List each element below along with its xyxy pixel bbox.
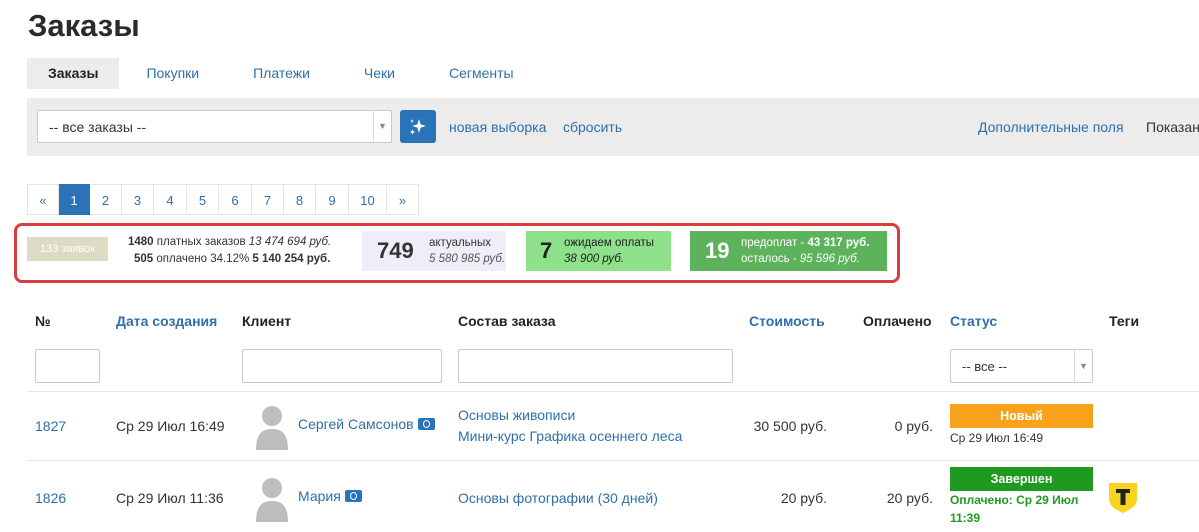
actual-label: актуальных bbox=[429, 237, 492, 249]
paid-done-sum: 5 140 254 руб. bbox=[252, 253, 331, 265]
paid-orders-label: платных заказов bbox=[156, 236, 246, 248]
tab-orders[interactable]: Заказы bbox=[27, 58, 120, 89]
tab-purchases[interactable]: Покупки bbox=[119, 58, 226, 89]
magic-filter-button[interactable] bbox=[400, 110, 436, 143]
order-id-link[interactable]: 1827 bbox=[35, 418, 66, 434]
order-paid: 0 руб. bbox=[894, 418, 933, 434]
tab-receipts[interactable]: Чеки bbox=[337, 58, 422, 89]
col-num: № bbox=[35, 313, 51, 329]
left-line: осталось - 95 596 руб. bbox=[741, 253, 860, 265]
status-badge: Завершен bbox=[950, 467, 1093, 491]
chevron-down-icon[interactable]: ▼ bbox=[1074, 350, 1092, 382]
pagination-page-7[interactable]: 7 bbox=[252, 184, 284, 215]
sparkle-icon bbox=[409, 119, 426, 135]
paid-done-label: оплачено 34.12% bbox=[156, 253, 250, 265]
col-paid: Оплачено bbox=[863, 313, 932, 329]
status-note: Ср 29 Июл 16:49 bbox=[950, 431, 1044, 445]
paid-orders-sum: 13 474 694 руб. bbox=[248, 236, 332, 248]
filter-bar: -- все заказы -- ▼ новая выборка сбросит… bbox=[27, 98, 1199, 156]
status-badge: Новый bbox=[950, 404, 1093, 428]
prepay-label: предоплат - bbox=[741, 237, 808, 249]
order-cost: 20 руб. bbox=[780, 490, 827, 506]
extra-fields-link[interactable]: Дополнительные поля bbox=[978, 119, 1124, 135]
paid-done-count: 505 bbox=[134, 253, 154, 265]
prepay-sum: 43 317 руб. bbox=[807, 237, 870, 249]
pagination-page-3[interactable]: 3 bbox=[122, 184, 154, 215]
money-icon bbox=[417, 418, 435, 430]
new-selection-link[interactable]: новая выборка bbox=[449, 119, 546, 135]
status-note-time: 11:39 bbox=[950, 511, 981, 525]
pagination-page-10[interactable]: 10 bbox=[349, 184, 387, 215]
orders-filter-select[interactable]: -- все заказы -- ▼ bbox=[37, 110, 392, 143]
order-date: Ср 29 Июл 16:49 bbox=[116, 418, 225, 434]
order-id-link[interactable]: 1826 bbox=[35, 490, 66, 506]
avatar bbox=[256, 478, 288, 522]
pagination-next[interactable]: » bbox=[387, 184, 419, 215]
tabs: Заказы Покупки Платежи Чеки Сегменты bbox=[27, 58, 541, 89]
client-name-link[interactable]: Мария bbox=[298, 488, 362, 504]
pagination-page-6[interactable]: 6 bbox=[219, 184, 252, 215]
avatar bbox=[256, 406, 288, 450]
col-client: Клиент bbox=[242, 313, 292, 329]
left-label: осталось - bbox=[741, 253, 800, 265]
col-created[interactable]: Дата создания bbox=[116, 313, 217, 329]
num-filter-input[interactable] bbox=[35, 349, 100, 383]
waiting-label: ожидаем оплаты bbox=[564, 237, 654, 249]
pagination: « 1 2 3 4 5 6 7 8 9 10 » bbox=[27, 184, 419, 215]
client-name: Мария bbox=[298, 488, 341, 504]
status-filter-select[interactable]: -- все -- ▼ bbox=[950, 349, 1093, 383]
prepayments-box[interactable]: 19 предоплат - 43 317 руб. осталось - 95… bbox=[690, 231, 887, 271]
order-date: Ср 29 Июл 11:36 bbox=[116, 490, 224, 506]
row-divider bbox=[27, 460, 1199, 461]
order-paid: 20 руб. bbox=[886, 490, 933, 506]
chevron-down-icon[interactable]: ▼ bbox=[373, 111, 391, 142]
pagination-page-2[interactable]: 2 bbox=[90, 184, 122, 215]
requests-badge[interactable]: 133 заявок bbox=[27, 237, 108, 261]
order-cost: 30 500 руб. bbox=[753, 418, 827, 434]
order-item-link[interactable]: Основы живописи bbox=[458, 407, 575, 423]
t-shield-icon[interactable] bbox=[1106, 480, 1140, 514]
actual-sum: 5 580 985 руб. bbox=[429, 253, 506, 265]
pagination-page-9[interactable]: 9 bbox=[316, 184, 349, 215]
waiting-count: 7 bbox=[540, 238, 553, 263]
composition-filter-input[interactable] bbox=[458, 349, 733, 383]
pagination-page-5[interactable]: 5 bbox=[187, 184, 219, 215]
col-tags: Теги bbox=[1109, 313, 1140, 329]
actual-orders-box[interactable]: 749 актуальных 5 580 985 руб. bbox=[362, 231, 506, 271]
client-name: Сергей Самсонов bbox=[298, 416, 414, 432]
waiting-payment-box[interactable]: 7 ожидаем оплаты 38 900 руб. bbox=[526, 231, 671, 271]
row-divider bbox=[27, 391, 1199, 392]
order-item-link[interactable]: Основы фотографии (30 дней) bbox=[458, 490, 658, 506]
pagination-page-4[interactable]: 4 bbox=[154, 184, 187, 215]
tab-segments[interactable]: Сегменты bbox=[422, 58, 541, 89]
actual-count: 749 bbox=[377, 238, 414, 263]
col-composition: Состав заказа bbox=[458, 313, 556, 329]
pagination-page-1[interactable]: 1 bbox=[59, 184, 90, 215]
status-note: Оплачено: Ср 29 Июл bbox=[950, 493, 1079, 507]
reset-link[interactable]: сбросить bbox=[563, 119, 622, 135]
pagination-prev[interactable]: « bbox=[27, 184, 59, 215]
pagination-page-8[interactable]: 8 bbox=[284, 184, 316, 215]
waiting-sum: 38 900 руб. bbox=[564, 253, 625, 265]
paid-done-line[interactable]: 505 оплачено 34.12% 5 140 254 руб. bbox=[134, 253, 330, 265]
page-title: Заказы bbox=[28, 8, 140, 43]
money-icon bbox=[344, 490, 362, 502]
col-cost[interactable]: Стоимость bbox=[749, 313, 825, 329]
paid-orders-count: 1480 bbox=[128, 236, 154, 248]
tab-payments[interactable]: Платежи bbox=[226, 58, 337, 89]
left-sum: 95 596 руб. bbox=[799, 253, 860, 265]
show-label[interactable]: Показан bbox=[1146, 119, 1199, 135]
paid-orders-line[interactable]: 1480 платных заказов 13 474 694 руб. bbox=[128, 236, 331, 248]
client-name-link[interactable]: Сергей Самсонов bbox=[298, 416, 435, 432]
prepay-line: предоплат - 43 317 руб. bbox=[741, 237, 869, 249]
col-status[interactable]: Статус bbox=[950, 313, 997, 329]
client-filter-input[interactable] bbox=[242, 349, 442, 383]
order-item-link[interactable]: Мини-курс Графика осеннего леса bbox=[458, 428, 682, 444]
prepay-count: 19 bbox=[705, 238, 730, 263]
orders-filter-value: -- все заказы -- bbox=[49, 119, 147, 135]
status-filter-value: -- все -- bbox=[962, 359, 1008, 374]
